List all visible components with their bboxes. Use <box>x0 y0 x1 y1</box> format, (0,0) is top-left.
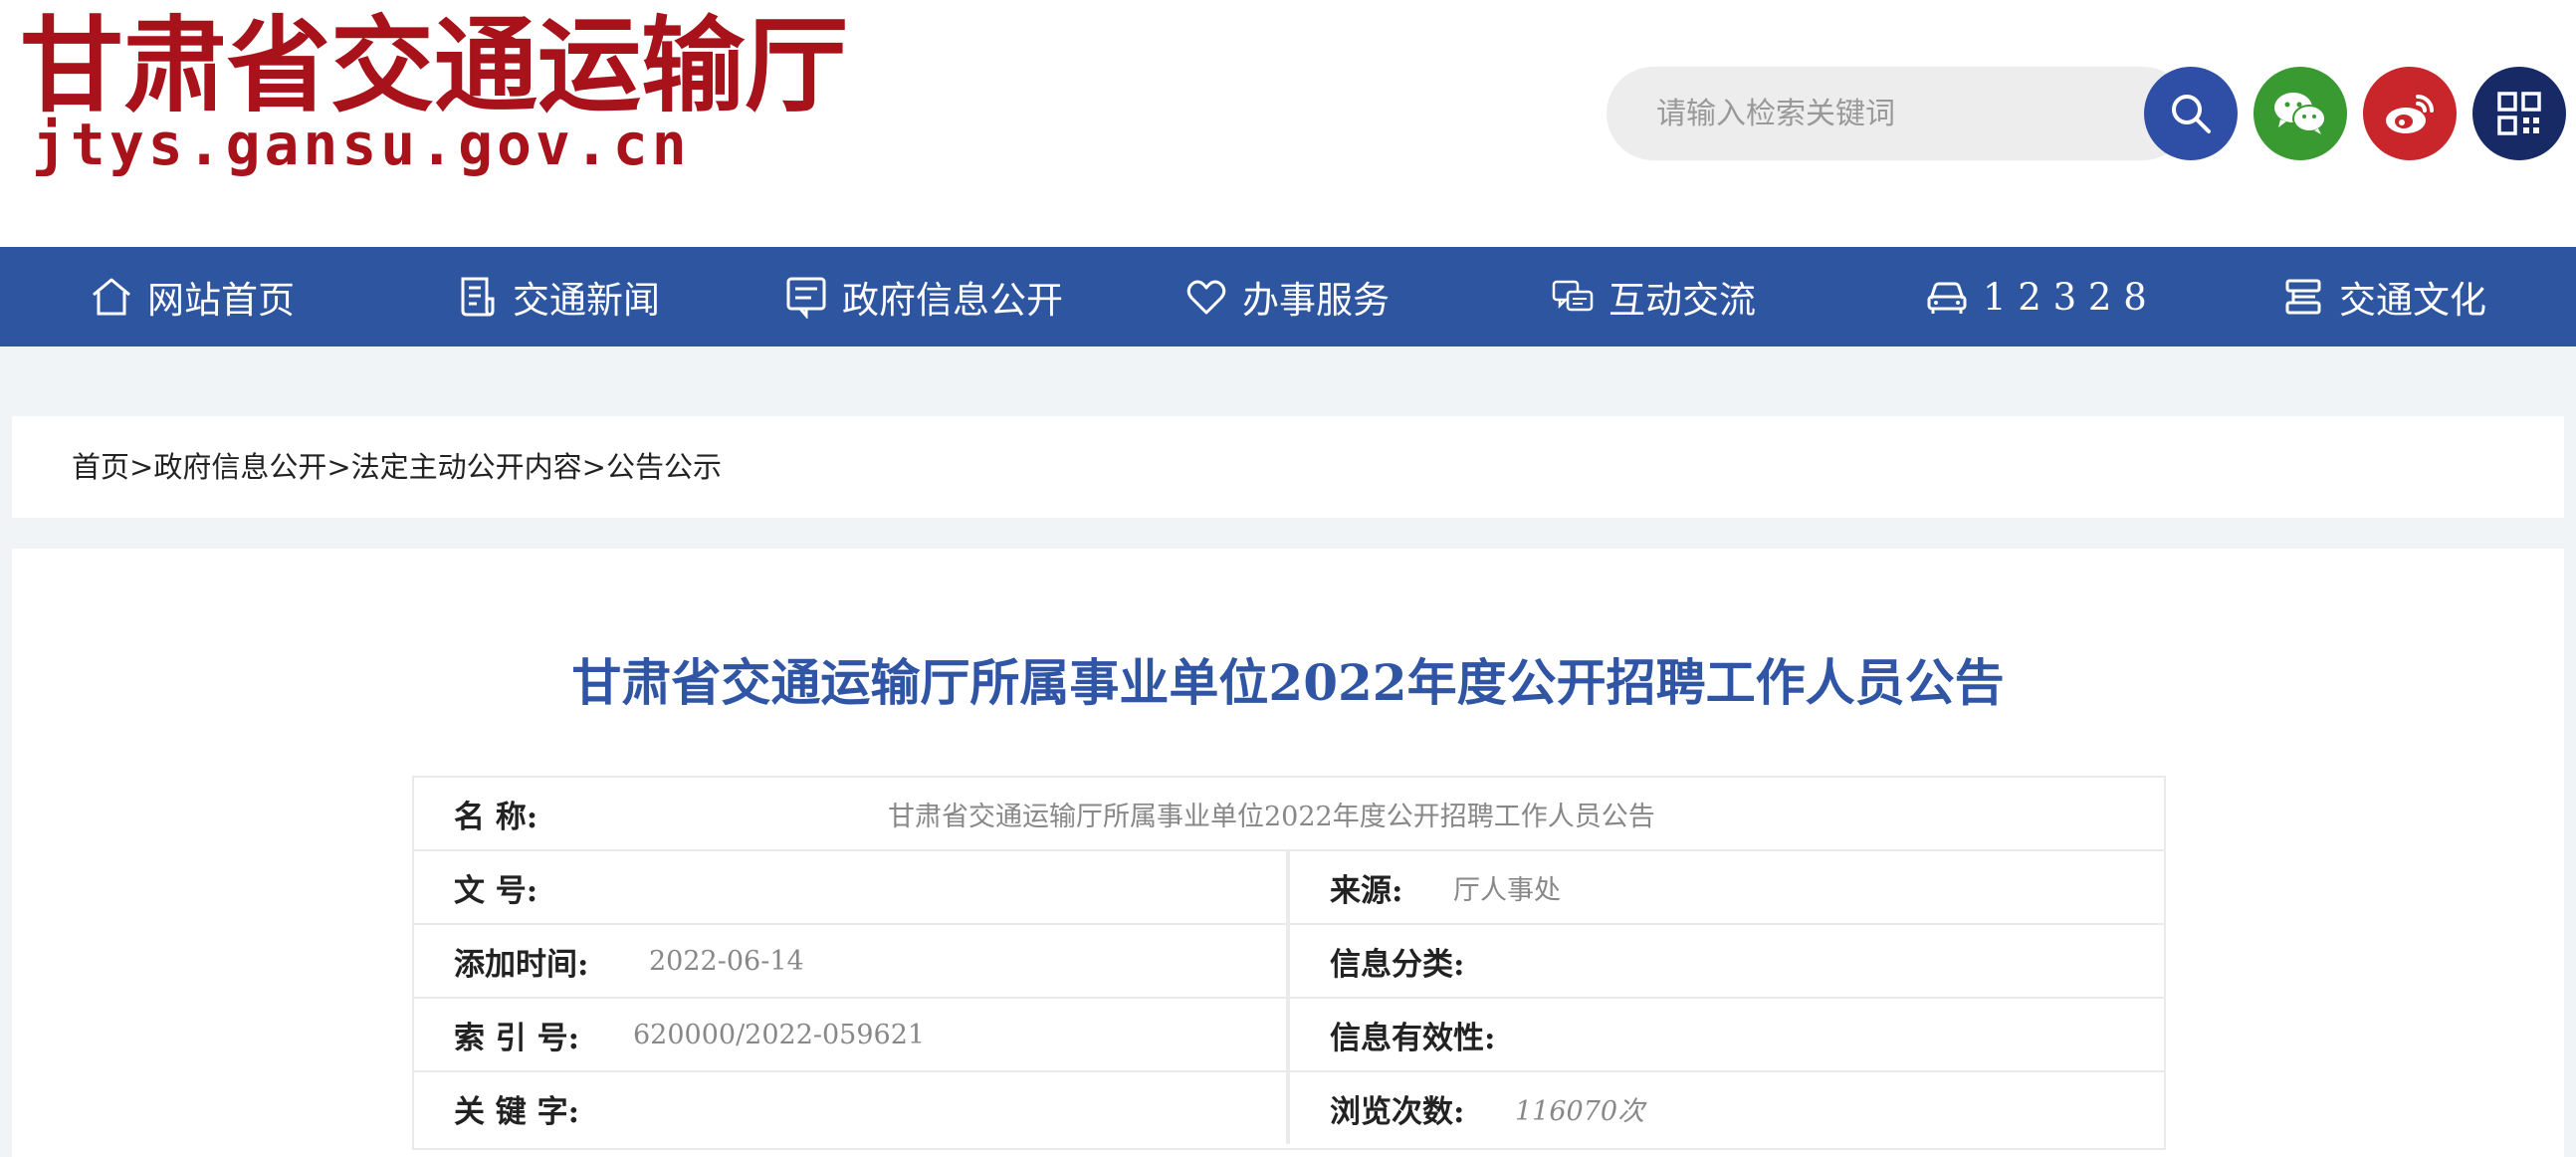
logo-chinese-name: 甘肃省交通运输厅 <box>20 4 849 126</box>
views-cell: 浏览次数: 116070次 <box>1294 1072 2164 1144</box>
nav-item-home[interactable]: 网站首页 <box>90 247 295 347</box>
qrcode-icon <box>2497 92 2541 135</box>
category-cell: 信息分类: <box>1294 925 2164 997</box>
breadcrumb-statutory[interactable]: 法定主动公开内容 <box>351 450 582 484</box>
search-button[interactable] <box>2144 67 2238 160</box>
table-row: 添加时间: 2022-06-14 信息分类: <box>414 925 2164 999</box>
news-icon <box>461 277 495 317</box>
nav-item-12328[interactable]: 1 2 3 2 8 <box>1925 247 2147 347</box>
chat-icon <box>1552 280 1594 312</box>
name-label: 名 称: <box>454 799 538 835</box>
info-icon <box>786 277 826 319</box>
docno-label: 文 号: <box>454 872 538 909</box>
search-box <box>1607 67 2190 160</box>
nav-item-services[interactable]: 办事服务 <box>1184 247 1390 347</box>
keywords-cell: 关 键 字: <box>414 1072 1290 1144</box>
date-label: 添加时间: <box>454 946 589 983</box>
source-cell: 来源: 厅人事处 <box>1294 851 2164 923</box>
nav-item-label: 1 2 3 2 8 <box>1983 275 2147 319</box>
article-info-table: 名 称: 甘肃省交通运输厅所属事业单位2022年度公开招聘工作人员公告 文 号:… <box>412 776 2166 1150</box>
home-icon <box>93 278 130 316</box>
site-logo[interactable]: 甘肃省交通运输厅 jtys.gansu.gov.cn <box>20 8 848 178</box>
date-value: 2022-06-14 <box>649 945 804 977</box>
heart-icon <box>1186 280 1226 315</box>
weibo-icon <box>2386 95 2434 133</box>
search-icon <box>2172 95 2211 133</box>
nav-item-label: 交通新闻 <box>513 279 660 322</box>
culture-icon <box>2285 279 2321 315</box>
table-row: 名 称: 甘肃省交通运输厅所属事业单位2022年度公开招聘工作人员公告 <box>414 778 2164 851</box>
docno-cell: 文 号: <box>414 851 1290 923</box>
nav-item-label: 网站首页 <box>147 279 295 322</box>
name-cell: 名 称: 甘肃省交通运输厅所属事业单位2022年度公开招聘工作人员公告 <box>414 778 2164 849</box>
nav-item-label: 办事服务 <box>1242 279 1390 322</box>
nav-item-interaction[interactable]: 互动交流 <box>1551 247 1756 347</box>
breadcrumb-announcements[interactable]: 公告公示 <box>606 450 722 484</box>
logo-domain: jtys.gansu.gov.cn <box>32 111 691 178</box>
breadcrumb-separator: > <box>581 450 606 484</box>
index-cell: 索 引 号: 620000/2022-059621 <box>414 999 1290 1070</box>
nav-item-gov-info[interactable]: 政府信息公开 <box>784 247 1063 347</box>
keywords-label: 关 键 字: <box>454 1093 580 1130</box>
article-panel: 甘肃省交通运输厅所属事业单位2022年度公开招聘工作人员公告 名 称: 甘肃省交… <box>12 549 2564 1157</box>
category-label: 信息分类: <box>1330 946 1465 983</box>
validity-label: 信息有效性: <box>1330 1020 1496 1056</box>
source-value: 厅人事处 <box>1453 874 1561 906</box>
nav-item-news[interactable]: 交通新闻 <box>455 247 660 347</box>
article-title: 甘肃省交通运输厅所属事业单位2022年度公开招聘工作人员公告 <box>571 653 2005 712</box>
weibo-button[interactable] <box>2363 67 2457 160</box>
nav-item-label: 政府信息公开 <box>842 279 1063 322</box>
breadcrumb-separator: > <box>129 450 154 484</box>
index-label: 索 引 号: <box>454 1020 580 1056</box>
search-input[interactable] <box>1656 89 2124 138</box>
wechat-icon <box>2274 93 2326 134</box>
wechat-button[interactable] <box>2254 67 2347 160</box>
breadcrumb-home[interactable]: 首页 <box>72 450 129 484</box>
nav-item-label: 互动交流 <box>1609 279 1756 322</box>
site-header: 甘肃省交通运输厅 jtys.gansu.gov.cn <box>0 0 2576 247</box>
table-row: 索 引 号: 620000/2022-059621 信息有效性: <box>414 999 2164 1072</box>
date-cell: 添加时间: 2022-06-14 <box>414 925 1290 997</box>
table-row: 关 键 字: 浏览次数: 116070次 <box>414 1072 2164 1146</box>
nav-item-culture[interactable]: 交通文化 <box>2281 247 2486 347</box>
breadcrumb-panel: 首页>政府信息公开>法定主动公开内容>公告公示 <box>12 416 2564 518</box>
main-nav: 网站首页 交通新闻 政府信息公开 办事服务 互动交流 1 2 3 2 8 交通文… <box>0 247 2576 347</box>
breadcrumb-separator: > <box>326 450 351 484</box>
views-value: 116070次 <box>1515 1095 1645 1127</box>
car-icon <box>1927 282 1967 314</box>
breadcrumb: 首页>政府信息公开>法定主动公开内容>公告公示 <box>72 446 722 488</box>
name-value: 甘肃省交通运输厅所属事业单位2022年度公开招聘工作人员公告 <box>888 801 1655 832</box>
breadcrumb-gov-info[interactable]: 政府信息公开 <box>153 450 326 484</box>
source-label: 来源: <box>1330 872 1403 909</box>
views-label: 浏览次数: <box>1330 1093 1465 1130</box>
index-value: 620000/2022-059621 <box>633 1019 926 1050</box>
qrcode-button[interactable] <box>2472 67 2566 160</box>
table-row: 文 号: 来源: 厅人事处 <box>414 851 2164 925</box>
validity-cell: 信息有效性: <box>1294 999 2164 1070</box>
nav-item-label: 交通文化 <box>2339 279 2486 322</box>
